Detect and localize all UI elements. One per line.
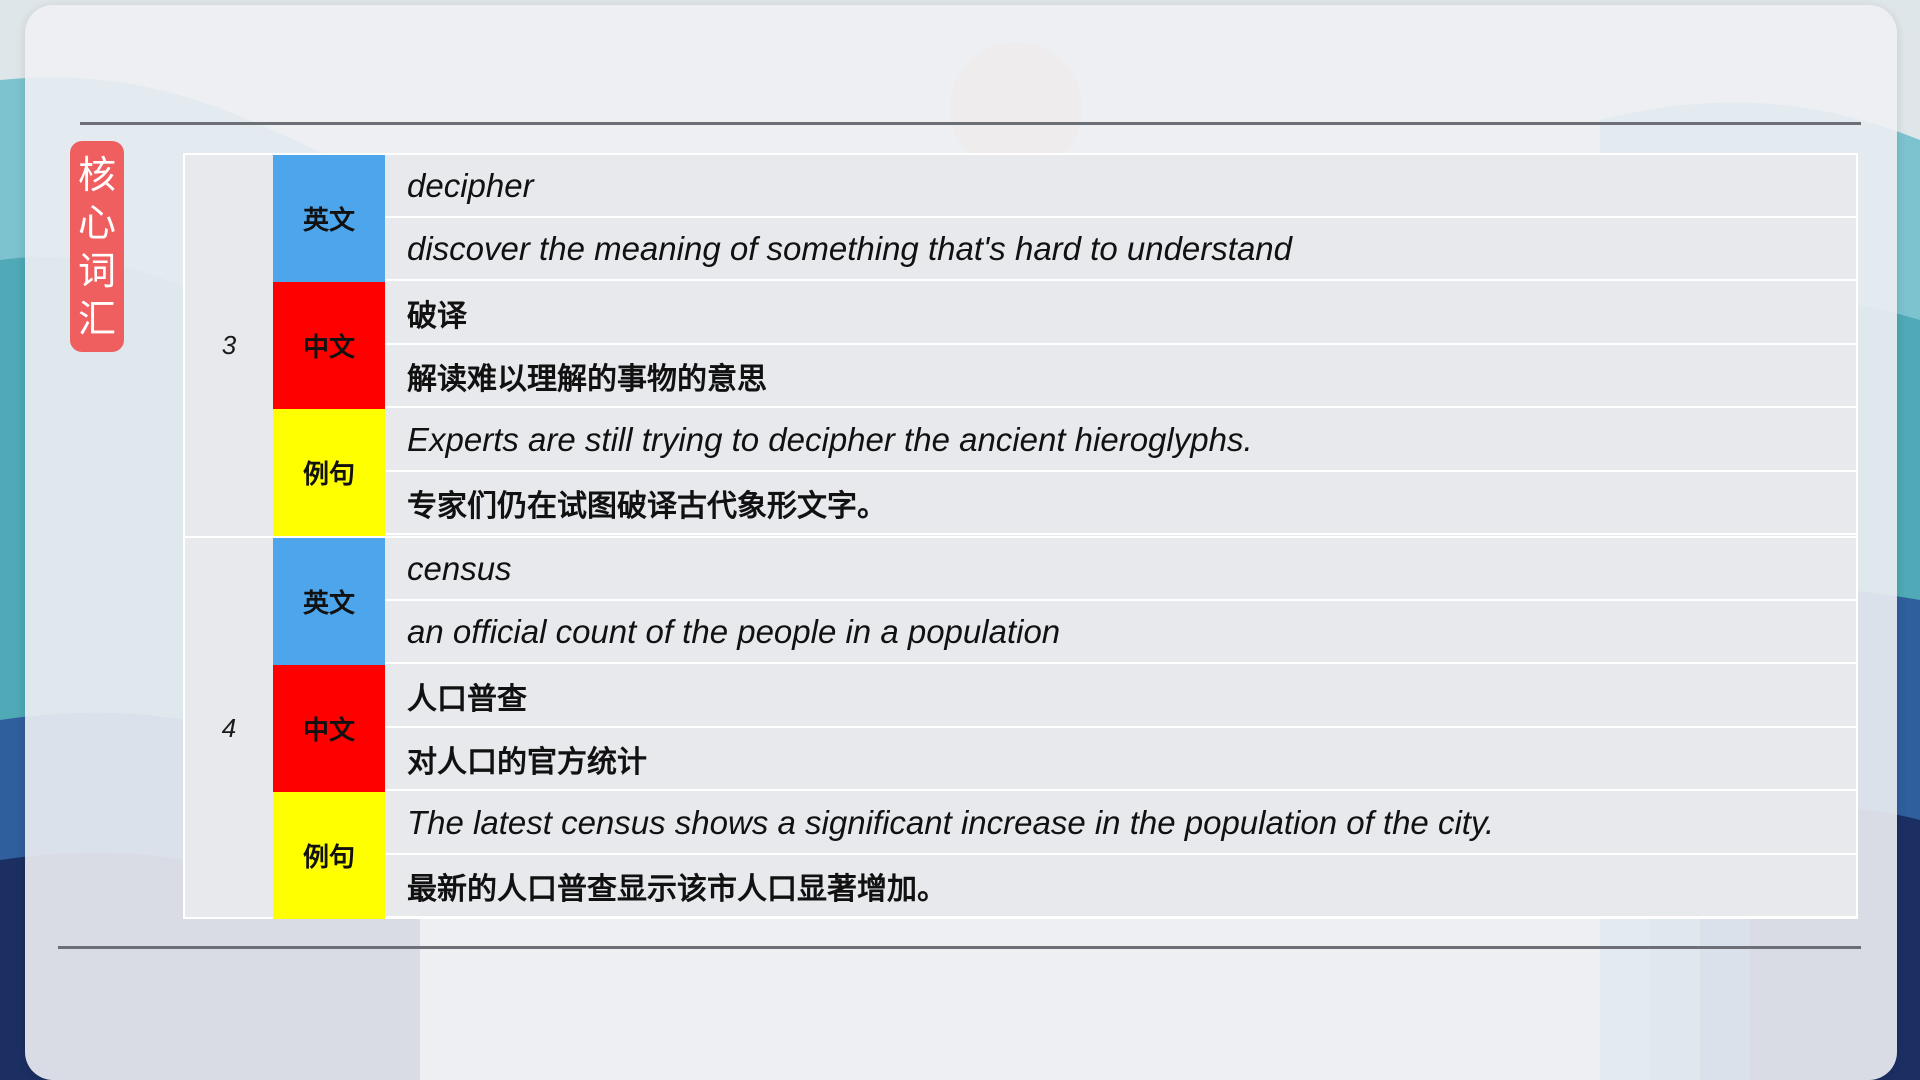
label-example: 例句 — [273, 792, 385, 919]
example-chinese: 专家们仍在试图破译古代象形文字。 — [385, 472, 1856, 535]
side-tag-char: 心 — [77, 200, 116, 245]
word-chinese: 破译 — [385, 282, 1856, 345]
word-english: decipher — [385, 155, 1856, 218]
label-chinese: 中文 — [273, 282, 385, 409]
label-english: 英文 — [273, 538, 385, 665]
top-divider — [80, 122, 1861, 125]
core-vocabulary-tag: 核 心 词 汇 — [70, 141, 124, 352]
example-english: The latest census shows a significant in… — [385, 792, 1856, 855]
label-chinese: 中文 — [273, 665, 385, 792]
example-english: Experts are still trying to decipher the… — [385, 409, 1856, 472]
vocab-entry-census: 4 英文 census an official count of the peo… — [185, 538, 1856, 919]
label-english: 英文 — [273, 155, 385, 282]
vocabulary-table: 3 英文 decipher discover the meaning of so… — [183, 153, 1858, 919]
definition-english: discover the meaning of something that's… — [385, 218, 1856, 281]
side-tag-char: 词 — [77, 248, 116, 293]
word-english: census — [385, 538, 1856, 601]
definition-english: an official count of the people in a pop… — [385, 601, 1856, 664]
definition-chinese: 解读难以理解的事物的意思 — [385, 345, 1856, 408]
definition-chinese: 对人口的官方统计 — [385, 728, 1856, 791]
label-example: 例句 — [273, 409, 385, 536]
vocab-entry-decipher: 3 英文 decipher discover the meaning of so… — [185, 155, 1856, 536]
side-tag-char: 汇 — [77, 296, 116, 341]
bottom-divider — [58, 946, 1861, 949]
side-tag-char: 核 — [77, 152, 116, 197]
entry-index: 3 — [185, 155, 275, 536]
word-chinese: 人口普查 — [385, 665, 1856, 728]
example-chinese: 最新的人口普查显示该市人口显著增加。 — [385, 855, 1856, 918]
entry-index: 4 — [185, 538, 275, 919]
